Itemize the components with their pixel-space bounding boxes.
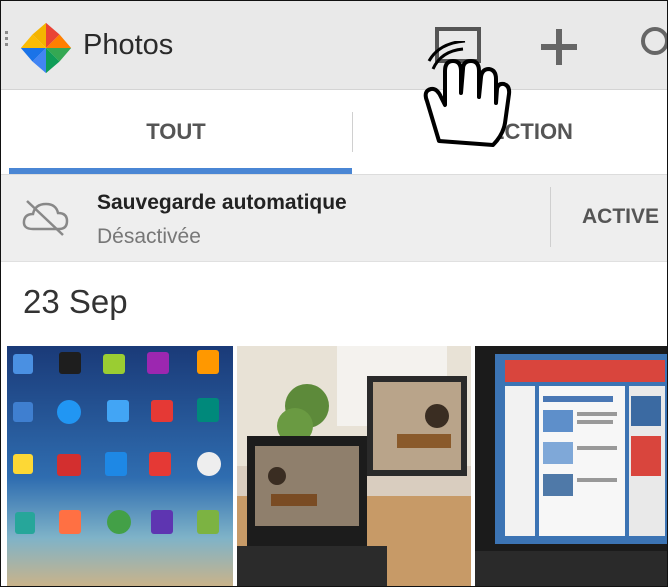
date-header: 23 Sep	[23, 283, 128, 320]
action-bar: Photos	[1, 1, 667, 90]
tab-selection[interactable]: SÉLECTION	[353, 90, 667, 174]
photo-thumbnail-computer-monitor[interactable]	[475, 346, 667, 586]
add-icon[interactable]	[537, 25, 581, 69]
activate-backup-button[interactable]: ACTIVE	[582, 205, 659, 229]
cloud-off-icon	[22, 200, 69, 236]
auto-backup-row[interactable]: Sauvegarde automatique Désactivée ACTIVE	[1, 175, 667, 262]
photo-grid	[1, 346, 667, 586]
tab-all[interactable]: TOUT	[1, 90, 351, 174]
tab-indicator	[9, 168, 352, 174]
photos-logo-icon[interactable]	[15, 19, 77, 77]
backup-status: Désactivée	[97, 225, 201, 248]
photo-thumbnail-guitar-laptop[interactable]	[237, 346, 471, 586]
menu-dots-icon[interactable]	[5, 31, 9, 49]
tab-bar: TOUT SÉLECTION	[1, 90, 667, 175]
app-title: Photos	[83, 29, 174, 61]
cast-icon[interactable]	[425, 25, 485, 69]
search-icon[interactable]	[633, 23, 668, 67]
app-window: Photos TOUT SÉLECTION Sauvegarde automat…	[0, 0, 668, 587]
backup-title: Sauvegarde automatique	[97, 191, 347, 214]
photo-thumbnail-tablet-homescreen[interactable]	[7, 346, 233, 586]
backup-divider	[550, 187, 551, 247]
